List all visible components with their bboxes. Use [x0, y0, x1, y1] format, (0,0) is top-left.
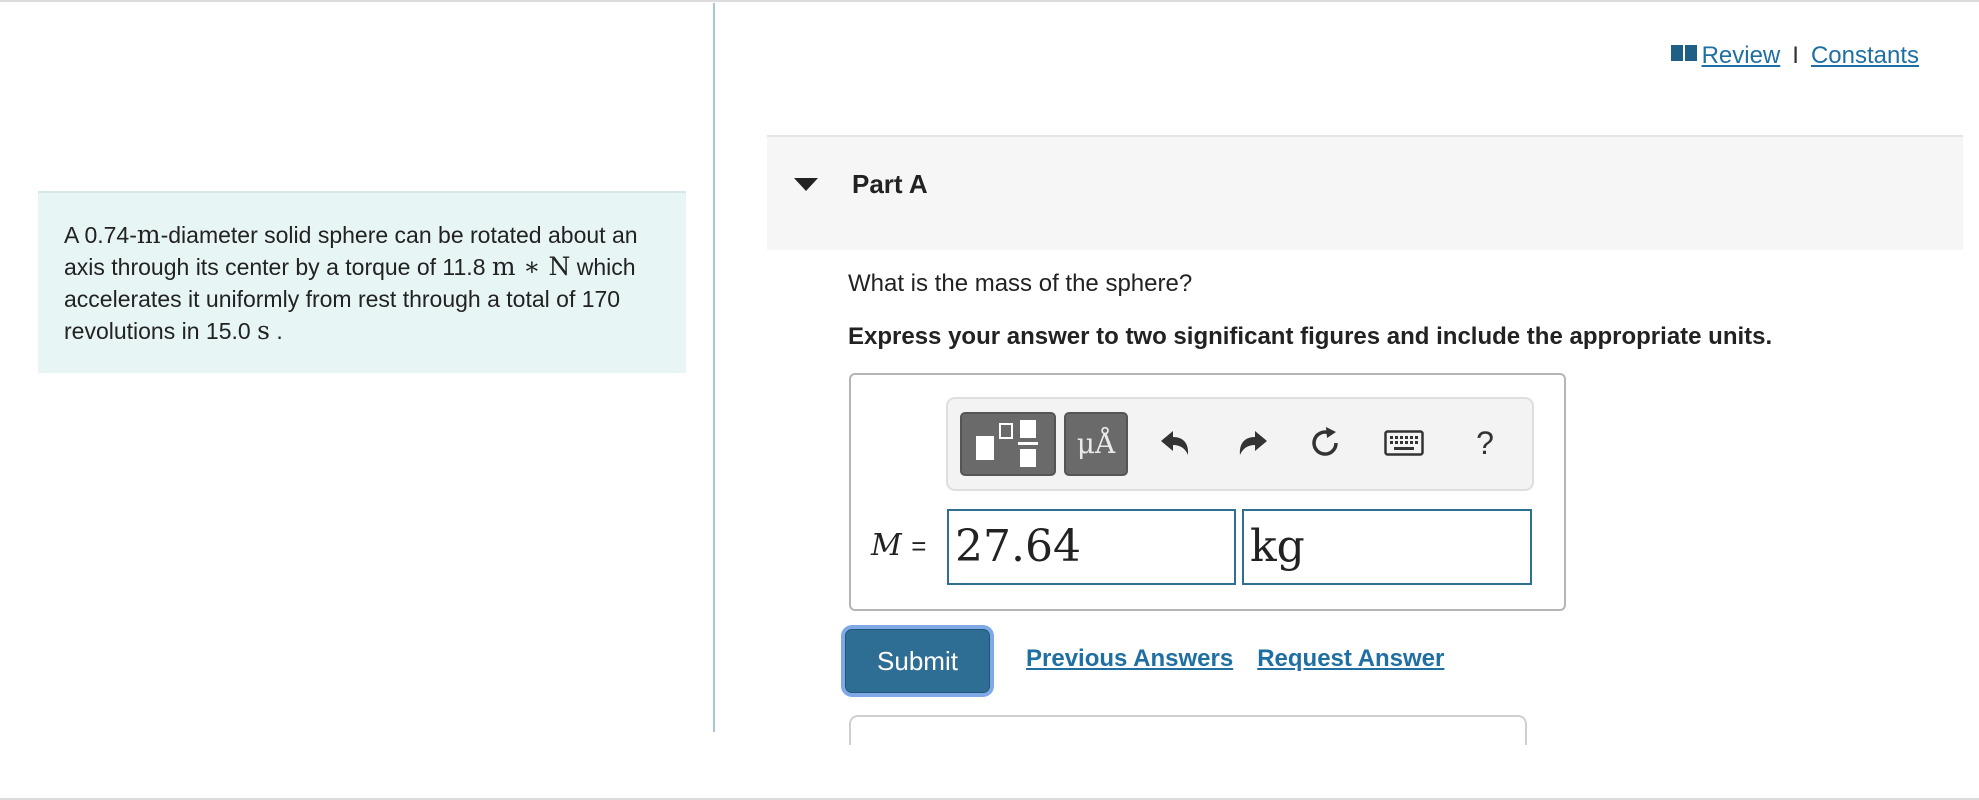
- request-answer-link[interactable]: Request Answer: [1257, 645, 1444, 673]
- column-divider: [713, 3, 715, 732]
- instruction-text: Express your answer to two significant f…: [848, 323, 1773, 350]
- link-separator: I: [1792, 42, 1799, 69]
- unit-second: s: [257, 316, 270, 345]
- top-links: Review I Constants: [1670, 42, 1919, 70]
- variable-symbol: M: [871, 528, 902, 563]
- answer-box: μÅ ? M = 27.64 kg: [849, 373, 1566, 611]
- top-border: [0, 0, 1979, 2]
- question-text: What is the mass of the sphere?: [848, 270, 1193, 297]
- undo-icon[interactable]: [1153, 421, 1197, 465]
- unit-torque: m ∗ N: [491, 252, 571, 281]
- answer-variable: M =: [871, 528, 926, 563]
- answer-links: Previous Answers Request Answer: [1026, 645, 1444, 673]
- keyboard-icon[interactable]: [1380, 421, 1428, 465]
- previous-answers-link[interactable]: Previous Answers: [1026, 645, 1233, 673]
- review-link-label: Review: [1701, 42, 1781, 69]
- review-link[interactable]: Review: [1670, 42, 1781, 70]
- unit-meter: m: [136, 220, 161, 249]
- fraction-template-icon: [976, 420, 1038, 467]
- book-icon: [1670, 45, 1697, 61]
- reset-icon[interactable]: [1303, 421, 1347, 465]
- unit-input[interactable]: kg: [1242, 509, 1532, 585]
- templates-button[interactable]: [960, 412, 1056, 476]
- redo-icon[interactable]: [1231, 421, 1275, 465]
- part-title: Part A: [852, 169, 928, 199]
- part-a-header[interactable]: Part A: [767, 135, 1963, 250]
- value-input[interactable]: 27.64: [947, 509, 1236, 585]
- submit-button[interactable]: Submit: [845, 629, 990, 693]
- units-button[interactable]: μÅ: [1064, 412, 1128, 476]
- equals-sign: =: [911, 531, 927, 561]
- help-icon[interactable]: ?: [1463, 421, 1507, 465]
- problem-text-end: .: [276, 318, 283, 344]
- problem-text-prefix: A 0.74-: [64, 222, 137, 248]
- feedback-panel: [849, 715, 1527, 745]
- math-toolbar: μÅ ?: [946, 397, 1534, 491]
- problem-statement: A 0.74-m-diameter solid sphere can be ro…: [38, 191, 686, 373]
- collapse-triangle-icon[interactable]: [794, 178, 818, 191]
- constants-link[interactable]: Constants: [1811, 42, 1919, 70]
